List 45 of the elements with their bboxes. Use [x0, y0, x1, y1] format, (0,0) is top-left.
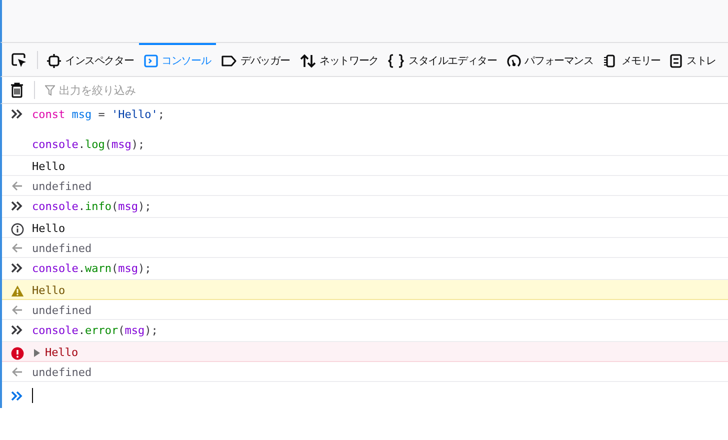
devtools-tab[interactable]: メモリー	[598, 43, 666, 76]
code-text: console.info(msg);	[32, 199, 152, 214]
log-message: Hello	[32, 283, 66, 298]
prompt-chevron-icon	[11, 391, 23, 401]
warning-icon	[10, 285, 24, 297]
input-chevron-icon	[11, 109, 23, 119]
input-chevron-icon	[11, 201, 23, 211]
braces-icon	[388, 54, 404, 68]
devtools-tab[interactable]: インスペクター	[42, 43, 139, 76]
gauge-icon	[506, 54, 521, 68]
devtools-tab[interactable]: ストレ	[665, 43, 721, 76]
devtools-tab[interactable]: スタイルエディター	[383, 43, 502, 76]
left-arrow-icon	[12, 243, 22, 253]
error-message: Hello	[45, 345, 78, 360]
log-message: Hello	[32, 221, 66, 236]
left-arrow-icon	[12, 305, 22, 315]
code-text: console.error(msg);	[32, 323, 158, 338]
left-arrow-icon	[12, 367, 22, 377]
filter-input[interactable]: 出力を絞り込み	[59, 84, 259, 96]
code-text: console.warn(msg);	[32, 261, 152, 276]
tag-icon	[220, 54, 237, 66]
inspector-icon	[47, 54, 61, 68]
console-icon	[144, 54, 158, 68]
funnel-icon	[45, 84, 55, 96]
element-picker-icon[interactable]	[11, 52, 27, 68]
expand-triangle-icon[interactable]	[34, 349, 40, 357]
result-value: undefined	[32, 179, 92, 194]
storage-icon	[670, 54, 682, 68]
chip-icon	[603, 54, 618, 68]
input-chevron-icon	[11, 263, 23, 273]
left-arrow-icon	[12, 181, 22, 191]
info-icon	[10, 223, 24, 236]
error-icon	[10, 347, 24, 360]
devtools-tab[interactable]: ネットワーク	[294, 43, 384, 76]
result-value: undefined	[32, 241, 92, 256]
code-text: const msg = 'Hello'; console.log(msg);	[32, 107, 164, 152]
devtools-tab[interactable]: パフォーマンス	[502, 43, 598, 76]
devtools-tab[interactable]: デバッガー	[216, 43, 295, 76]
input-chevron-icon	[11, 325, 23, 335]
result-value: undefined	[32, 303, 92, 318]
devtools-tab[interactable]: コンソール	[138, 43, 216, 76]
log-message: Hello	[32, 159, 66, 174]
result-value: undefined	[32, 365, 92, 380]
trash-icon[interactable]	[10, 82, 24, 98]
up-down-arrows-icon	[300, 54, 316, 68]
